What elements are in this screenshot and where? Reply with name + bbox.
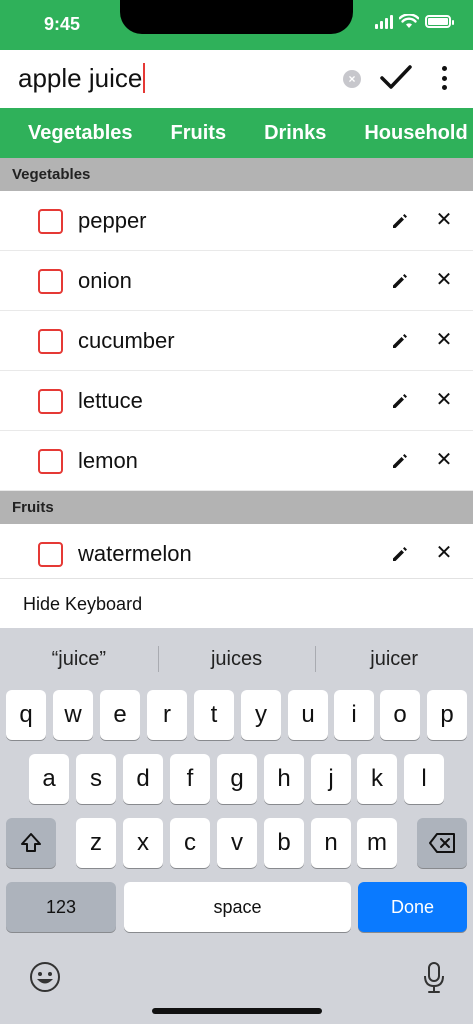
key-x[interactable]: x bbox=[123, 818, 163, 868]
key-o[interactable]: o bbox=[380, 690, 420, 740]
item-checkbox[interactable] bbox=[38, 389, 63, 414]
key-n[interactable]: n bbox=[311, 818, 351, 868]
key-u[interactable]: u bbox=[288, 690, 328, 740]
key-t[interactable]: t bbox=[194, 690, 234, 740]
item-label: onion bbox=[78, 268, 132, 293]
tab-fruits[interactable]: Fruits bbox=[143, 122, 227, 145]
key-b[interactable]: b bbox=[264, 818, 304, 868]
item-checkbox[interactable] bbox=[38, 209, 63, 234]
autocomplete-suggestions: “juice” juices juicer bbox=[0, 640, 473, 678]
key-w[interactable]: w bbox=[53, 690, 93, 740]
key-l[interactable]: l bbox=[404, 754, 444, 804]
edit-pencil-icon[interactable] bbox=[390, 271, 410, 291]
device-notch bbox=[120, 0, 353, 34]
battery-icon bbox=[425, 15, 454, 28]
delete-x-icon[interactable]: ✕ bbox=[434, 543, 454, 563]
list-item: pepper ✕ bbox=[0, 191, 473, 251]
emoji-icon[interactable] bbox=[28, 960, 62, 994]
section-header-fruits: Fruits bbox=[0, 491, 473, 524]
list-item: lettuce ✕ bbox=[0, 371, 473, 431]
shift-key-icon[interactable] bbox=[6, 818, 56, 868]
item-label: pepper bbox=[78, 208, 147, 233]
key-s[interactable]: s bbox=[76, 754, 116, 804]
item-input-value: apple juice bbox=[18, 63, 143, 93]
key-h[interactable]: h bbox=[264, 754, 304, 804]
status-time: 9:45 bbox=[44, 14, 81, 34]
home-indicator bbox=[152, 1008, 322, 1014]
edit-pencil-icon[interactable] bbox=[390, 391, 410, 411]
item-checkbox[interactable] bbox=[38, 449, 63, 474]
item-checkbox[interactable] bbox=[38, 542, 63, 567]
list-item: onion ✕ bbox=[0, 251, 473, 311]
key-v[interactable]: v bbox=[217, 818, 257, 868]
key-c[interactable]: c bbox=[170, 818, 210, 868]
edit-pencil-icon[interactable] bbox=[390, 544, 410, 564]
hide-keyboard-button[interactable]: Hide Keyboard bbox=[23, 594, 142, 615]
key-e[interactable]: e bbox=[100, 690, 140, 740]
suggestion-item[interactable]: juicer bbox=[315, 640, 473, 678]
list-item: lemon ✕ bbox=[0, 431, 473, 491]
item-label: watermelon bbox=[78, 541, 192, 566]
item-label: lemon bbox=[78, 448, 138, 473]
space-key[interactable]: space bbox=[124, 882, 351, 932]
delete-x-icon[interactable]: ✕ bbox=[434, 390, 454, 410]
category-tabs: Vegetables Fruits Drinks Household bbox=[0, 108, 473, 158]
delete-x-icon[interactable]: ✕ bbox=[434, 210, 454, 230]
wifi-icon bbox=[399, 14, 419, 28]
key-g[interactable]: g bbox=[217, 754, 257, 804]
suggestion-item[interactable]: juices bbox=[157, 640, 316, 678]
key-q[interactable]: q bbox=[6, 690, 46, 740]
text-caret bbox=[143, 63, 146, 93]
delete-x-icon[interactable]: ✕ bbox=[434, 330, 454, 350]
tab-vegetables[interactable]: Vegetables bbox=[0, 122, 133, 145]
shopping-list: Vegetables pepper ✕ onion ✕ cucumber ✕ l… bbox=[0, 158, 473, 578]
key-d[interactable]: d bbox=[123, 754, 163, 804]
tab-household[interactable]: Household bbox=[336, 122, 467, 145]
hide-keyboard-bar[interactable]: Hide Keyboard bbox=[0, 578, 473, 628]
item-input-field[interactable]: apple juice bbox=[18, 63, 146, 94]
item-input-bar: apple juice × bbox=[0, 50, 473, 108]
edit-pencil-icon[interactable] bbox=[390, 451, 410, 471]
confirm-check-button[interactable] bbox=[378, 60, 414, 96]
key-j[interactable]: j bbox=[311, 754, 351, 804]
key-y[interactable]: y bbox=[241, 690, 281, 740]
key-p[interactable]: p bbox=[427, 690, 467, 740]
key-m[interactable]: m bbox=[357, 818, 397, 868]
key-z[interactable]: z bbox=[76, 818, 116, 868]
edit-pencil-icon[interactable] bbox=[390, 211, 410, 231]
item-label: cucumber bbox=[78, 328, 175, 353]
list-item: watermelon ✕ bbox=[0, 524, 473, 578]
backspace-key-icon[interactable] bbox=[417, 818, 467, 868]
on-screen-keyboard: “juice” juices juicer q w e r t y u i o … bbox=[0, 628, 473, 1024]
item-checkbox[interactable] bbox=[38, 269, 63, 294]
clear-input-button[interactable]: × bbox=[343, 70, 361, 88]
more-options-icon[interactable] bbox=[434, 66, 454, 90]
key-f[interactable]: f bbox=[170, 754, 210, 804]
cellular-signal-icon bbox=[375, 14, 393, 29]
numbers-key[interactable]: 123 bbox=[6, 882, 116, 932]
key-k[interactable]: k bbox=[357, 754, 397, 804]
tab-drinks[interactable]: Drinks bbox=[236, 122, 326, 145]
microphone-icon[interactable] bbox=[422, 961, 446, 995]
edit-pencil-icon[interactable] bbox=[390, 331, 410, 351]
suggestion-item[interactable]: “juice” bbox=[0, 640, 158, 678]
list-item: cucumber ✕ bbox=[0, 311, 473, 371]
status-icons bbox=[375, 14, 454, 29]
delete-x-icon[interactable]: ✕ bbox=[434, 450, 454, 470]
status-bar: 9:45 bbox=[0, 0, 473, 50]
key-r[interactable]: r bbox=[147, 690, 187, 740]
item-checkbox[interactable] bbox=[38, 329, 63, 354]
key-a[interactable]: a bbox=[29, 754, 69, 804]
key-i[interactable]: i bbox=[334, 690, 374, 740]
done-key[interactable]: Done bbox=[358, 882, 467, 932]
section-header-vegetables: Vegetables bbox=[0, 158, 473, 191]
item-label: lettuce bbox=[78, 388, 143, 413]
delete-x-icon[interactable]: ✕ bbox=[434, 270, 454, 290]
